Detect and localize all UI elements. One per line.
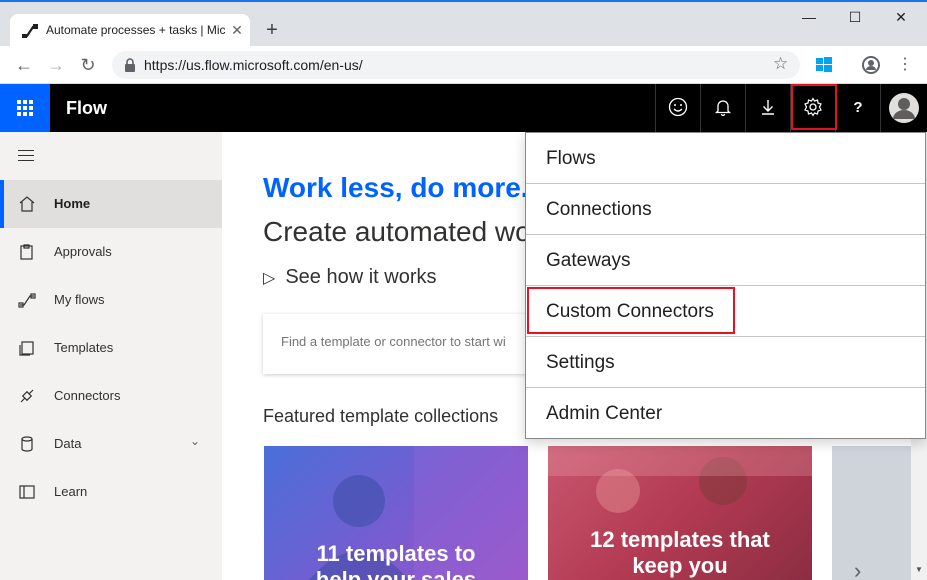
close-window-icon[interactable]: ✕ [878,6,924,30]
settings-menu: Flows Connections Gateways Custom Connec… [525,132,926,439]
hamburger-menu-icon[interactable] [18,150,34,162]
card-title-line2: keep you [632,553,728,578]
connectors-icon [20,389,34,403]
browser-toolbar: ← → ↻ https://us.flow.microsoft.com/en-u… [0,46,927,84]
address-bar[interactable]: https://us.flow.microsoft.com/en-us/ ☆ [112,51,800,79]
learn-icon [19,485,35,499]
tab-close-icon[interactable]: ✕ [228,21,246,39]
bookmark-star-icon[interactable]: ☆ [773,54,788,74]
feedback-button[interactable] [655,84,700,132]
sidebar-item-label: Learn [54,484,88,499]
menu-item-label: Flows [546,148,596,169]
see-how-link[interactable]: ▷ See how it works [263,266,436,289]
sidebar-item-learn[interactable]: Learn [0,468,222,516]
template-collection-card[interactable]: 12 templates that keep you [548,446,812,580]
home-icon [19,196,35,212]
help-icon: ? [853,99,863,116]
menu-item-label: Admin Center [546,403,663,424]
sidebar-item-home[interactable]: Home [0,180,222,228]
hero-subtitle: Create automated wor [263,216,541,247]
app-launcher-button[interactable] [0,84,50,132]
download-icon [762,100,774,115]
see-how-label: See how it works [285,266,437,288]
notifications-bell-icon [714,100,732,117]
card-title-line1: 11 templates to [316,541,476,566]
template-collection-card[interactable]: › [832,446,911,580]
approvals-icon [20,244,33,260]
sidebar-item-connectors[interactable]: Connectors [0,372,222,420]
sidebar-item-label: Approvals [54,244,112,259]
browser-titlebar: Automate processes + tasks | Mic ✕ + — ☐… [0,0,927,48]
templates-icon [19,341,34,356]
sidebar-item-label: Data [54,436,82,451]
menu-item-label: Gateways [546,250,631,271]
scroll-down-icon[interactable]: ▼ [915,565,923,574]
left-nav: Home Approvals My flows Templates Connec… [0,132,222,580]
flow-favicon-icon [22,24,38,38]
app-header: Flow ? [0,84,927,132]
hero-title: Work less, do more. [263,172,529,203]
waffle-icon [17,100,33,116]
sidebar-item-label: Templates [54,340,114,355]
reload-icon[interactable]: ↻ [76,53,100,77]
user-avatar-icon [889,93,919,123]
chevron-down-icon[interactable]: ⌄ [190,434,200,448]
sidebar-item-data[interactable]: Data ⌄ [0,420,222,468]
sidebar-item-label: My flows [54,292,105,307]
card-title-line2: help your sales [315,567,477,580]
url-text: https://us.flow.microsoft.com/en-us/ [144,57,363,73]
app-brand[interactable]: Flow [66,98,107,119]
minimize-icon[interactable]: — [786,6,832,30]
settings-highlight-box [791,84,837,130]
browser-tab[interactable]: Automate processes + tasks | Mic ✕ [10,14,250,48]
lock-icon [125,58,135,72]
download-button[interactable] [745,84,790,132]
back-arrow-icon[interactable]: ← [12,53,36,77]
menu-item-admin-center[interactable]: Admin Center [526,388,925,439]
help-button[interactable]: ? [835,84,880,132]
menu-item-gateways[interactable]: Gateways [526,235,925,286]
feedback-smiley-icon [668,97,688,117]
menu-item-label: Connections [546,199,652,220]
sidebar-item-approvals[interactable]: Approvals [0,228,222,276]
profile-icon[interactable] [861,55,881,75]
template-collection-card[interactable]: 11 templates to help your sales [264,446,528,580]
sidebar-item-my-flows[interactable]: My flows [0,276,222,324]
template-search-box[interactable] [263,314,563,374]
notifications-button[interactable] [700,84,745,132]
featured-heading: Featured template collections [263,406,499,426]
play-icon: ▷ [263,270,276,287]
new-tab-button[interactable]: + [261,20,283,42]
menu-item-settings[interactable]: Settings [526,337,925,388]
maximize-icon[interactable]: ☐ [832,6,878,30]
template-search-input[interactable] [281,334,561,349]
user-account-button[interactable] [880,84,927,132]
my-flows-icon [18,293,36,308]
tab-title: Automate processes + tasks | Mic [46,23,226,37]
browser-menu-icon[interactable]: ⋮ [893,53,917,77]
sidebar-item-label: Home [54,196,91,211]
forward-arrow-icon[interactable]: → [44,53,68,77]
custom-connectors-highlight-box [527,287,735,334]
sidebar-item-label: Connectors [54,388,121,403]
carousel-next-icon[interactable]: › [854,558,861,580]
menu-item-connections[interactable]: Connections [526,184,925,235]
menu-item-label: Settings [546,352,615,373]
menu-item-flows[interactable]: Flows [526,133,925,184]
sidebar-item-templates[interactable]: Templates [0,324,222,372]
windows-extension-icon[interactable] [814,55,834,75]
card-title-line1: 12 templates that [590,527,770,552]
data-icon [21,436,33,452]
